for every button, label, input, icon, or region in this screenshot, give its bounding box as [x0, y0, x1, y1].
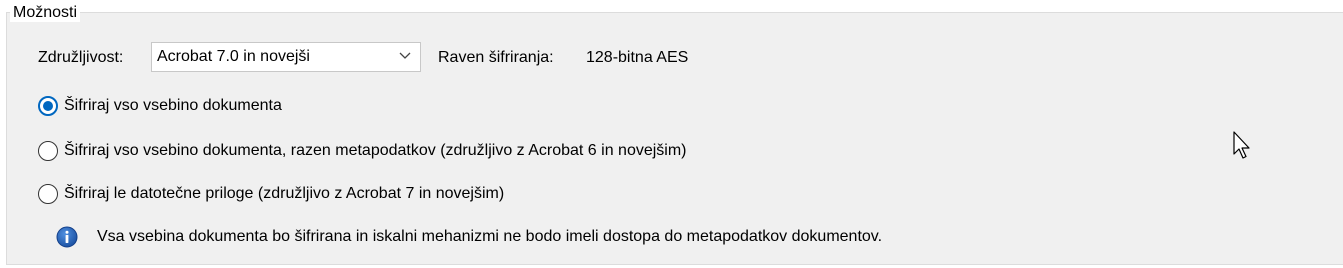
- encryption-level-label: Raven šifriranja:: [438, 49, 554, 66]
- compatibility-label: Združljivost:: [38, 49, 124, 66]
- chevron-down-icon: [399, 52, 411, 59]
- radio-option-encrypt-all[interactable]: Šifriraj vso vsebino dokumenta: [38, 94, 282, 118]
- info-message: Vsa vsebina dokumenta bo šifrirana in is…: [56, 225, 882, 249]
- radio-label: Šifriraj le datotečne priloge (združljiv…: [64, 185, 505, 202]
- radio-button[interactable]: [38, 141, 58, 161]
- compatibility-select[interactable]: Acrobat 7.0 in novejši: [151, 42, 421, 72]
- radio-button[interactable]: [38, 184, 58, 204]
- mouse-cursor-icon: [1233, 131, 1250, 159]
- encryption-level-value: 128-bitna AES: [586, 49, 689, 66]
- options-group-title: Možnosti: [10, 4, 81, 22]
- radio-label: Šifriraj vso vsebino dokumenta: [64, 97, 282, 114]
- radio-option-encrypt-except-metadata[interactable]: Šifriraj vso vsebino dokumenta, razen me…: [38, 139, 687, 163]
- info-icon: [56, 226, 78, 248]
- radio-button[interactable]: [38, 96, 58, 116]
- compatibility-select-value: Acrobat 7.0 in novejši: [157, 48, 310, 65]
- radio-label: Šifriraj vso vsebino dokumenta, razen me…: [64, 142, 687, 159]
- info-text: Vsa vsebina dokumenta bo šifrirana in is…: [97, 228, 883, 245]
- radio-option-encrypt-attachments[interactable]: Šifriraj le datotečne priloge (združljiv…: [38, 182, 504, 206]
